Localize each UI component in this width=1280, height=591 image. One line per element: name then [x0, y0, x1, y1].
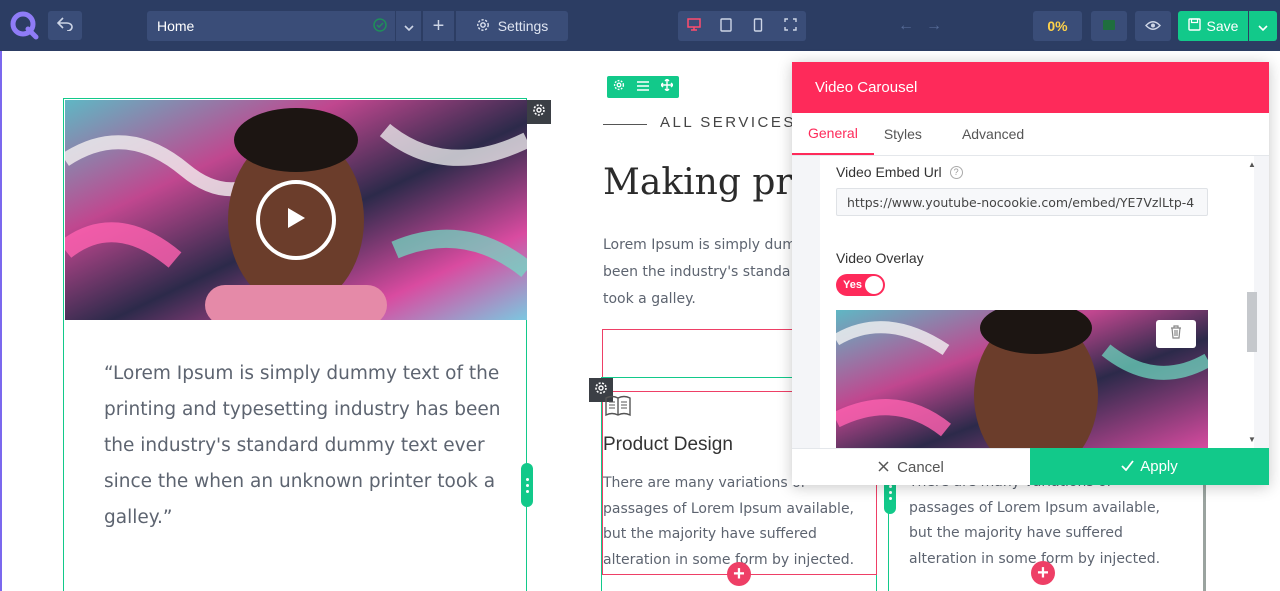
plus-icon: +: [733, 562, 745, 585]
embed-url-label: Video Embed Url: [836, 164, 942, 180]
section-eyebrow: ALL SERVICES: [660, 114, 796, 131]
scroll-down-icon[interactable]: ▼: [1248, 435, 1256, 444]
arrow-right-icon[interactable]: →: [926, 17, 942, 35]
play-button[interactable]: [256, 180, 336, 260]
completion-progress[interactable]: 0%: [1033, 11, 1082, 41]
section-paragraph: Lorem Ipsum is simply dum been the indus…: [603, 232, 793, 313]
status-icon: [1102, 18, 1116, 34]
undo-icon: [56, 17, 73, 34]
remove-image-button[interactable]: [1156, 320, 1196, 348]
testimonial-column[interactable]: “Lorem Ipsum is simply dummy text of the…: [63, 98, 527, 591]
published-check-icon: [373, 17, 387, 35]
service-title: Product Design: [603, 434, 733, 455]
move-icon[interactable]: [660, 78, 674, 96]
fullscreen-button[interactable]: [774, 11, 806, 41]
plus-icon: +: [1037, 561, 1049, 584]
top-toolbar: Home + Settings ← → 0% Save: [0, 0, 1280, 51]
page-settings-button[interactable]: Settings: [455, 11, 568, 41]
cancel-button[interactable]: Cancel: [792, 448, 1030, 485]
apply-label: Apply: [1140, 458, 1178, 475]
panel-fields: Video Embed Url ? https://www.youtube-no…: [820, 156, 1254, 448]
add-element-button[interactable]: +: [727, 562, 751, 586]
element-outline: [602, 329, 792, 377]
service-text-line: but the majority have suffered: [909, 525, 1123, 541]
service-text-line: passages of Lorem Ipsum available,: [909, 499, 1161, 516]
page-dropdown-button[interactable]: [395, 11, 421, 41]
panel-title: Video Carousel: [792, 62, 1269, 113]
panel-tabs: General Styles Advanced: [792, 113, 1269, 156]
gear-icon[interactable]: [613, 78, 625, 96]
eye-icon: [1145, 18, 1161, 34]
service-text-line: passages of Lorem Ipsum available,: [603, 500, 855, 517]
section-toolbar: [607, 76, 679, 98]
embed-url-input[interactable]: https://www.youtube-nocookie.com/embed/Y…: [836, 188, 1208, 216]
save-button[interactable]: Save: [1178, 11, 1248, 41]
add-element-button[interactable]: +: [1031, 561, 1055, 585]
play-icon: [285, 206, 307, 235]
history-nav: ← →: [890, 11, 950, 41]
overlay-image-preview[interactable]: [836, 310, 1208, 448]
tab-advanced[interactable]: Advanced: [938, 113, 1040, 155]
toggle-knob: [865, 276, 883, 294]
save-options-button[interactable]: [1249, 11, 1277, 41]
column-resize-handle[interactable]: [521, 463, 533, 507]
save-label: Save: [1206, 18, 1239, 34]
app-logo-icon[interactable]: [8, 9, 40, 41]
status-button[interactable]: [1091, 11, 1127, 41]
preview-button[interactable]: [1135, 11, 1171, 41]
gear-icon: [476, 18, 490, 35]
check-icon: [1121, 458, 1134, 475]
page-name: Home: [157, 18, 195, 34]
paragraph-line: Lorem Ipsum is simply dum: [603, 237, 793, 253]
overlay-toggle[interactable]: Yes: [836, 274, 885, 296]
section-heading: Making pro: [603, 162, 793, 203]
scroll-up-icon[interactable]: ▲: [1248, 160, 1256, 169]
arrow-left-icon[interactable]: ←: [898, 17, 914, 35]
desktop-view-button[interactable]: [678, 11, 710, 41]
close-icon: [878, 459, 889, 476]
save-icon: [1187, 18, 1201, 34]
apply-button[interactable]: Apply: [1030, 448, 1269, 485]
service-text-line: but the majority have suffered: [603, 526, 817, 542]
trash-icon: [1170, 324, 1182, 344]
tab-general[interactable]: General: [792, 113, 874, 155]
page-selector[interactable]: Home: [147, 11, 395, 41]
desktop-icon: [687, 18, 701, 34]
tab-styles[interactable]: Styles: [874, 113, 938, 155]
overlay-label: Video Overlay: [836, 250, 924, 266]
panel-footer: Cancel Apply: [792, 448, 1269, 485]
device-switcher: [678, 11, 806, 41]
add-page-button[interactable]: +: [422, 11, 454, 41]
tablet-icon: [720, 17, 732, 35]
mobile-icon: [753, 17, 763, 35]
mobile-view-button[interactable]: [742, 11, 774, 41]
panel-scroll-area[interactable]: Video Embed Url ? https://www.youtube-no…: [792, 156, 1269, 448]
service-text: There are many variations of passages of…: [603, 471, 854, 573]
column-settings-button[interactable]: [527, 100, 551, 124]
menu-icon[interactable]: [637, 78, 649, 96]
service-text: There are many variations of passages of…: [909, 470, 1160, 572]
chevron-down-icon: [1258, 18, 1268, 34]
paragraph-line: took a galley.: [603, 291, 696, 307]
panel-scrollbar[interactable]: ▲ ▼: [1247, 160, 1257, 444]
scrollbar-thumb[interactable]: [1247, 292, 1257, 352]
element-settings-panel: Video Carousel General Styles Advanced V…: [792, 62, 1269, 485]
embed-url-label-row: Video Embed Url ?: [836, 164, 963, 180]
undo-button[interactable]: [48, 11, 82, 40]
toggle-label: Yes: [843, 279, 862, 291]
eyebrow-divider: [603, 124, 647, 125]
help-icon[interactable]: ?: [949, 165, 963, 179]
tablet-view-button[interactable]: [710, 11, 742, 41]
chevron-down-icon: [403, 18, 414, 34]
gear-icon: [532, 103, 546, 122]
cancel-label: Cancel: [897, 458, 944, 476]
book-icon: [604, 394, 632, 423]
fullscreen-icon: [783, 18, 797, 34]
video-thumbnail[interactable]: [65, 100, 527, 320]
testimonial-quote: “Lorem Ipsum is simply dummy text of the…: [104, 363, 501, 528]
paragraph-line: been the industry's standa: [603, 264, 791, 280]
settings-label: Settings: [497, 18, 549, 34]
plus-icon: +: [432, 14, 445, 37]
